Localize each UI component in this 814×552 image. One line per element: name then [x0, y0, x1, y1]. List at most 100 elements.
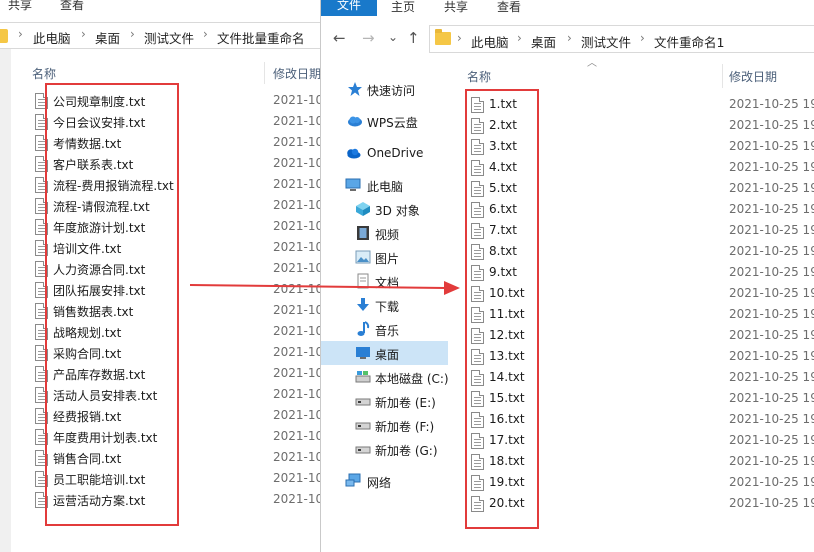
cloud-icon — [348, 116, 362, 127]
left-ribbon: 共享 查看 — [0, 0, 322, 12]
sidebar-item-label: 图片 — [375, 252, 400, 266]
left-breadcrumb-current[interactable]: 文件批量重命名 — [217, 28, 305, 47]
tab-home[interactable]: 主页 — [391, 0, 415, 15]
breadcrumb-current[interactable]: 文件重命名1 — [654, 32, 724, 51]
tab-view[interactable]: 查看 — [497, 0, 521, 15]
download-icon — [357, 298, 369, 311]
file-modified-date: 2021-10 — [273, 408, 322, 422]
file-modified-date: 2021-10-25 19:5 — [729, 391, 814, 405]
navigation-bar: ← → ⌄ ↑ › 此电脑 › 桌面 › 测试文件 › 文件重命名1 — [321, 22, 814, 56]
drive-icon — [355, 371, 371, 383]
sidebar-item-drive-e[interactable]: 新加卷 (E:) — [321, 389, 448, 413]
sidebar-item-onedrive[interactable]: OneDrive — [321, 141, 448, 165]
sidebar-item-quick-access[interactable]: 快速访问 — [321, 77, 448, 101]
file-modified-date: 2021-10 — [273, 387, 322, 401]
sidebar-item-wps-cloud[interactable]: WPS云盘 — [321, 109, 448, 133]
tab-share[interactable]: 共享 — [444, 0, 468, 15]
sidebar-item-3d-objects[interactable]: 3D 对象 — [321, 197, 448, 221]
right-explorer-window: 文件 主页 共享 查看 ← → ⌄ ↑ › 此电脑 › 桌面 › 测试文件 › … — [320, 0, 814, 552]
sidebar-item-label: 新加卷 (G:) — [375, 444, 438, 458]
file-modified-date: 2021-10-25 19:5 — [729, 265, 814, 279]
left-breadcrumb-desktop[interactable]: 桌面 — [95, 28, 120, 47]
sidebar-item-label: 下载 — [375, 300, 400, 314]
file-modified-date: 2021-10 — [273, 219, 322, 233]
file-modified-date: 2021-10 — [273, 156, 322, 170]
sidebar-item-drive-f[interactable]: 新加卷 (F:) — [321, 413, 448, 437]
file-modified-date: 2021-10 — [273, 240, 322, 254]
breadcrumb-desktop[interactable]: 桌面 — [531, 32, 556, 51]
chevron-right-icon: › — [203, 27, 208, 41]
file-modified-date: 2021-10 — [273, 345, 322, 359]
left-breadcrumb-pc[interactable]: 此电脑 — [33, 28, 71, 47]
desktop-icon — [356, 347, 370, 359]
file-modified-date: 2021-10 — [273, 261, 322, 275]
file-modified-date: 2021-10 — [273, 471, 322, 485]
chevron-right-icon: › — [517, 31, 522, 45]
video-icon — [357, 226, 369, 240]
file-modified-date: 2021-10-25 19:5 — [729, 454, 814, 468]
left-column-header: 名称 修改日期 — [0, 62, 322, 84]
highlight-box-original-files — [45, 83, 179, 526]
file-modified-date: 2021-10-25 19:5 — [729, 433, 814, 447]
sidebar-item-network[interactable]: 网络 — [321, 469, 448, 493]
recent-dropdown-icon[interactable]: ⌄ — [388, 29, 398, 45]
computer-icon — [345, 178, 361, 191]
folder-icon — [435, 29, 451, 45]
sidebar-item-label: 音乐 — [375, 324, 400, 338]
sidebar-item-label: 快速访问 — [367, 84, 416, 98]
sidebar-item-documents[interactable]: 文档 — [321, 269, 448, 293]
column-divider[interactable] — [264, 62, 265, 84]
forward-arrow-icon[interactable]: → — [362, 30, 375, 46]
onedrive-icon — [347, 148, 361, 159]
navigation-pane: 快速访问 WPS云盘 OneDrive 此电脑 3D 对象 视频 图片 文档 下… — [321, 64, 449, 552]
sidebar-item-drive-c[interactable]: 本地磁盘 (C:) — [321, 365, 449, 389]
file-modified-date: 2021-10 — [273, 177, 322, 191]
sidebar-item-label: 桌面 — [375, 348, 400, 362]
file-modified-date: 2021-10 — [273, 429, 322, 443]
file-modified-date: 2021-10-25 19:5 — [729, 286, 814, 300]
file-modified-date: 2021-10 — [273, 135, 322, 149]
sidebar-item-label: WPS云盘 — [367, 116, 418, 130]
sidebar-item-downloads[interactable]: 下载 — [321, 293, 448, 317]
column-divider[interactable] — [722, 64, 723, 88]
file-modified-date: 2021-10-25 19:5 — [729, 475, 814, 489]
sidebar-item-label: 新加卷 (F:) — [375, 420, 435, 434]
tab-file[interactable]: 文件 — [321, 0, 377, 16]
back-arrow-icon[interactable]: ← — [333, 30, 346, 46]
sidebar-item-drive-g[interactable]: 新加卷 (G:) — [321, 437, 448, 461]
sidebar-item-label: 视频 — [375, 228, 400, 242]
picture-icon — [355, 250, 371, 264]
file-modified-date: 2021-10-25 19:5 — [729, 496, 814, 510]
sidebar-item-desktop[interactable]: 桌面 — [321, 341, 448, 365]
sidebar-item-music[interactable]: 音乐 — [321, 317, 448, 341]
sidebar-item-pictures[interactable]: 图片 — [321, 245, 448, 269]
left-address-bar[interactable]: › 此电脑 › 桌面 › 测试文件 › 文件批量重命名 — [0, 22, 322, 49]
chevron-right-icon: › — [130, 27, 135, 41]
chevron-right-icon: › — [457, 31, 462, 45]
up-arrow-icon[interactable]: ↑ — [407, 30, 420, 46]
left-column-date[interactable]: 修改日期 — [273, 65, 321, 82]
left-sidebar-scroll[interactable] — [0, 49, 11, 552]
address-bar[interactable]: › 此电脑 › 桌面 › 测试文件 › 文件重命名1 — [429, 25, 814, 53]
breadcrumb-test[interactable]: 测试文件 — [581, 32, 631, 51]
chevron-right-icon: › — [640, 31, 645, 45]
left-breadcrumb-test[interactable]: 测试文件 — [144, 28, 194, 47]
right-column-header: 名称 修改日期 — [451, 64, 814, 88]
left-tab-view[interactable]: 查看 — [60, 0, 84, 13]
left-column-name[interactable]: 名称 — [32, 65, 56, 82]
file-modified-date: 2021-10 — [273, 492, 322, 506]
file-modified-date: 2021-10-25 19:5 — [729, 307, 814, 321]
sidebar-item-videos[interactable]: 视频 — [321, 221, 448, 245]
left-tab-share[interactable]: 共享 — [8, 0, 32, 13]
sidebar-item-label: 本地磁盘 (C:) — [375, 372, 449, 386]
breadcrumb-pc[interactable]: 此电脑 — [471, 32, 509, 51]
column-name[interactable]: 名称 — [467, 68, 491, 85]
sidebar-item-label: OneDrive — [367, 146, 424, 160]
file-modified-date: 2021-10 — [273, 114, 322, 128]
file-modified-date: 2021-10 — [273, 450, 322, 464]
drive-icon — [355, 398, 371, 406]
right-ribbon: 文件 主页 共享 查看 — [321, 0, 814, 16]
file-modified-date: 2021-10 — [273, 198, 322, 212]
column-date[interactable]: 修改日期 — [729, 68, 777, 85]
sidebar-item-this-pc[interactable]: 此电脑 — [321, 173, 448, 197]
